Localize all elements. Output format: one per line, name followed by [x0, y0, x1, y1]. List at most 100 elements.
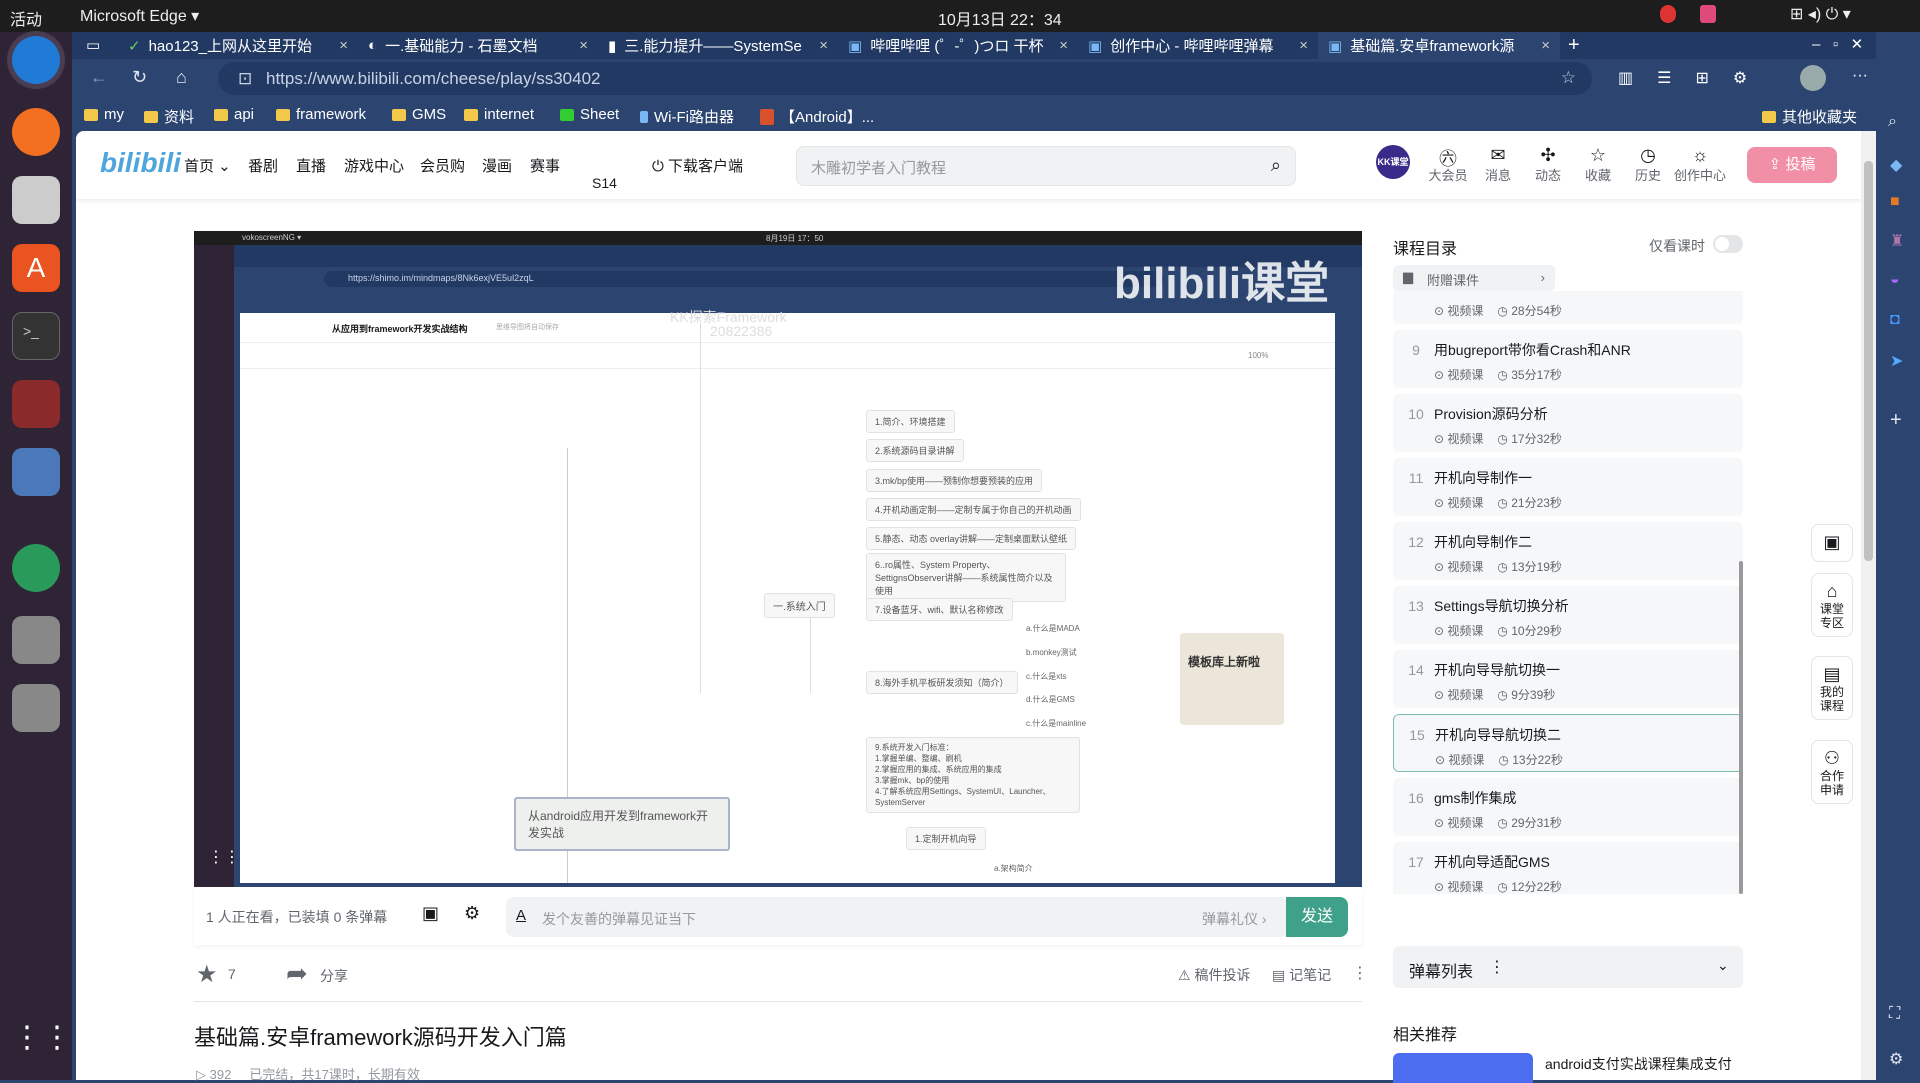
close-tab-icon[interactable]: ×	[819, 37, 828, 54]
nav-live[interactable]: 直播	[296, 155, 326, 176]
tab-active[interactable]: ▣ 基础篇.安卓framework源 ×	[1318, 32, 1560, 59]
bookmark-folder[interactable]: 资料	[144, 106, 194, 127]
bookmark-folder[interactable]: GMS	[392, 106, 446, 123]
back-button[interactable]: ←	[90, 67, 108, 88]
tab[interactable]: ▣ 创作中心 - 哔哩哔哩弹幕 ×	[1078, 32, 1318, 59]
app-menu[interactable]: Microsoft Edge ▾	[80, 6, 199, 26]
more-icon[interactable]: ⋮	[1352, 963, 1368, 983]
header-message[interactable]: ✉ 消息	[1476, 145, 1520, 184]
close-tab-icon[interactable]: ×	[579, 37, 588, 54]
float-tv-button[interactable]: ▣	[1811, 524, 1853, 562]
screen-recorder-icon[interactable]	[12, 448, 60, 496]
send-icon[interactable]: ➤	[1890, 351, 1903, 371]
header-vip[interactable]: ㊅大会员	[1426, 145, 1470, 184]
search-icon[interactable]: ⌕	[1271, 155, 1281, 176]
header-dynamic[interactable]: ✣ 动态	[1526, 145, 1570, 184]
bookmark-link[interactable]: Sheet	[560, 106, 619, 123]
more-menu-icon[interactable]: ···	[1852, 67, 1868, 85]
browser-toolbar-icons[interactable]: ▥☰⊞⚙	[1618, 68, 1771, 88]
ad-popup[interactable]: 模板库上新啦	[1180, 633, 1284, 725]
home-button[interactable]: ⌂	[176, 67, 187, 88]
header-history[interactable]: ◷ 历史	[1626, 145, 1670, 184]
lesson-item[interactable]: 8 ⊙ 视频课 ◷ 28分54秒	[1393, 291, 1743, 324]
danmaku-list-panel[interactable]: 弹幕列表 ⋮ ⌄	[1393, 946, 1743, 988]
list-scrollbar[interactable]	[1739, 561, 1743, 894]
lesson-item[interactable]: 17 开机向导适配GMS ⊙ 视频课 ◷ 12分22秒	[1393, 842, 1743, 894]
upload-button[interactable]: ⇪ 投稿	[1747, 147, 1837, 183]
outlook-icon[interactable]: ◘	[1890, 311, 1900, 329]
close-tab-icon[interactable]: ×	[1059, 37, 1068, 54]
avatar[interactable]: KK课堂	[1376, 145, 1410, 179]
lesson-list[interactable]: 8 ⊙ 视频课 ◷ 28分54秒 9 用bugreport带你看Crash和ANR ⊙ 视…	[1393, 291, 1743, 894]
profile-avatar[interactable]	[1800, 65, 1826, 91]
usb-drive-icon[interactable]	[12, 684, 60, 732]
files-icon[interactable]	[12, 176, 60, 224]
nav-esports[interactable]: 赛事	[530, 155, 560, 176]
refresh-button[interactable]: ↻	[132, 67, 147, 88]
only-lessons-toggle[interactable]	[1713, 235, 1743, 253]
scrollbar-thumb[interactable]	[1864, 161, 1873, 561]
send-danmaku-button[interactable]: 发送	[1286, 897, 1348, 937]
lesson-item[interactable]: 15 开机向导导航切换二 ⊙ 视频课 ◷ 13分22秒	[1393, 714, 1743, 772]
header-creator[interactable]: ☼ 创作中心	[1672, 145, 1728, 184]
page-scrollbar[interactable]	[1861, 131, 1876, 1080]
bookmark-folder[interactable]: internet	[464, 106, 534, 123]
terminal-icon[interactable]: >_	[12, 312, 60, 360]
add-icon[interactable]: +	[1890, 409, 1902, 432]
danmaku-settings-icon[interactable]: ⚙	[464, 903, 480, 924]
bilibili-logo[interactable]: bilibili	[100, 147, 181, 179]
search-input[interactable]: 木雕初学者入门教程 ⌕	[796, 146, 1296, 186]
lesson-item[interactable]: 12 开机向导制作二 ⊙ 视频课 ◷ 13分19秒	[1393, 522, 1743, 580]
bookmark-folder[interactable]: my	[84, 106, 124, 123]
new-tab-button[interactable]: +	[1568, 34, 1580, 57]
edge-icon[interactable]	[12, 36, 60, 84]
record-indicator-icon[interactable]	[1660, 5, 1676, 23]
danmaku-input[interactable]: A 发个友善的弹幕见证当下 弹幕礼仪 ›	[506, 897, 1288, 937]
android-studio-icon[interactable]	[12, 544, 60, 592]
tab[interactable]: ✓ hao123_上网从这里开始 ×	[118, 32, 358, 59]
other-bookmarks[interactable]: 其他收藏夹	[1762, 106, 1857, 127]
nav-shop[interactable]: 会员购	[420, 155, 465, 176]
url-field[interactable]: ⊡ https://www.bilibili.com/cheese/play/ss…	[218, 62, 1592, 95]
float-cooperation-button[interactable]: ⚇ 合作申请	[1811, 740, 1853, 804]
lesson-item[interactable]: 16 gms制作集成 ⊙ 视频课 ◷ 29分31秒	[1393, 778, 1743, 836]
window-controls[interactable]: – ▫ ✕	[1812, 35, 1863, 53]
close-tab-icon[interactable]: ×	[1541, 37, 1550, 54]
search-icon[interactable]: ⌕	[1888, 113, 1897, 131]
tab-actions-icon[interactable]: ▭	[86, 36, 100, 54]
nav-s14[interactable]: S14	[592, 175, 617, 191]
shopping-icon[interactable]: ■	[1890, 193, 1900, 211]
bookmark-folder[interactable]: api	[214, 106, 254, 123]
close-tab-icon[interactable]: ×	[1299, 37, 1308, 54]
java-app-icon[interactable]	[12, 380, 60, 428]
copilot-icon[interactable]: ◒	[1890, 271, 1900, 289]
tab[interactable]: ▣ 哔哩哔哩 (゜-゜)つロ 干杯 ×	[838, 32, 1078, 59]
danmaku-etiquette-link[interactable]: 弹幕礼仪 ›	[1202, 909, 1267, 929]
tab[interactable]: ▮ 三.能力提升——SystemSe ×	[598, 32, 838, 59]
related-item-title[interactable]: android支付实战课程集成支付	[1545, 1054, 1732, 1074]
lesson-item[interactable]: 11 开机向导制作一 ⊙ 视频课 ◷ 21分23秒	[1393, 458, 1743, 516]
lesson-item[interactable]: 13 Settings导航切换分析 ⊙ 视频课 ◷ 10分29秒	[1393, 586, 1743, 644]
tab[interactable]: ◐ 一.基础能力 - 石墨文档 ×	[358, 32, 598, 59]
share-button[interactable]: 分享	[320, 966, 348, 986]
report-button[interactable]: ⚠ 稿件投诉	[1178, 965, 1250, 985]
lesson-item[interactable]: 14 开机向导导航切换一 ⊙ 视频课 ◷ 9分39秒	[1393, 650, 1743, 708]
note-button[interactable]: ▤ 记笔记	[1272, 965, 1331, 985]
nav-game-center[interactable]: 游戏中心	[344, 155, 404, 176]
attachment-button[interactable]: ▆ 附赠课件 ›	[1393, 265, 1555, 291]
float-classroom-button[interactable]: ⌂ 课堂专区	[1811, 573, 1853, 637]
firefox-icon[interactable]	[12, 108, 60, 156]
related-thumbnail[interactable]	[1393, 1053, 1533, 1083]
favorite-star-icon[interactable]: ☆	[1561, 68, 1576, 88]
lesson-item[interactable]: 10 Provision源码分析 ⊙ 视频课 ◷ 17分32秒	[1393, 394, 1743, 452]
like-icon[interactable]: ★	[196, 960, 218, 989]
header-favorite[interactable]: ☆ 收藏	[1576, 145, 1620, 184]
bookmark-link[interactable]: 【Android】...	[760, 106, 874, 127]
system-tray-icons[interactable]: ⊞ ◂) ⏻ ▾	[1790, 4, 1851, 24]
danmaku-toggle-icon[interactable]: ▣	[422, 903, 439, 924]
bookmark-folder[interactable]: framework	[276, 106, 366, 123]
video-player[interactable]: vokoscreenNG ▾ 8月19日 17：50 https://shimo…	[194, 231, 1362, 887]
settings-icon[interactable]: ⚙	[1889, 1049, 1903, 1069]
tag-icon[interactable]: ◆	[1890, 155, 1902, 175]
font-style-icon[interactable]: A	[516, 907, 526, 924]
